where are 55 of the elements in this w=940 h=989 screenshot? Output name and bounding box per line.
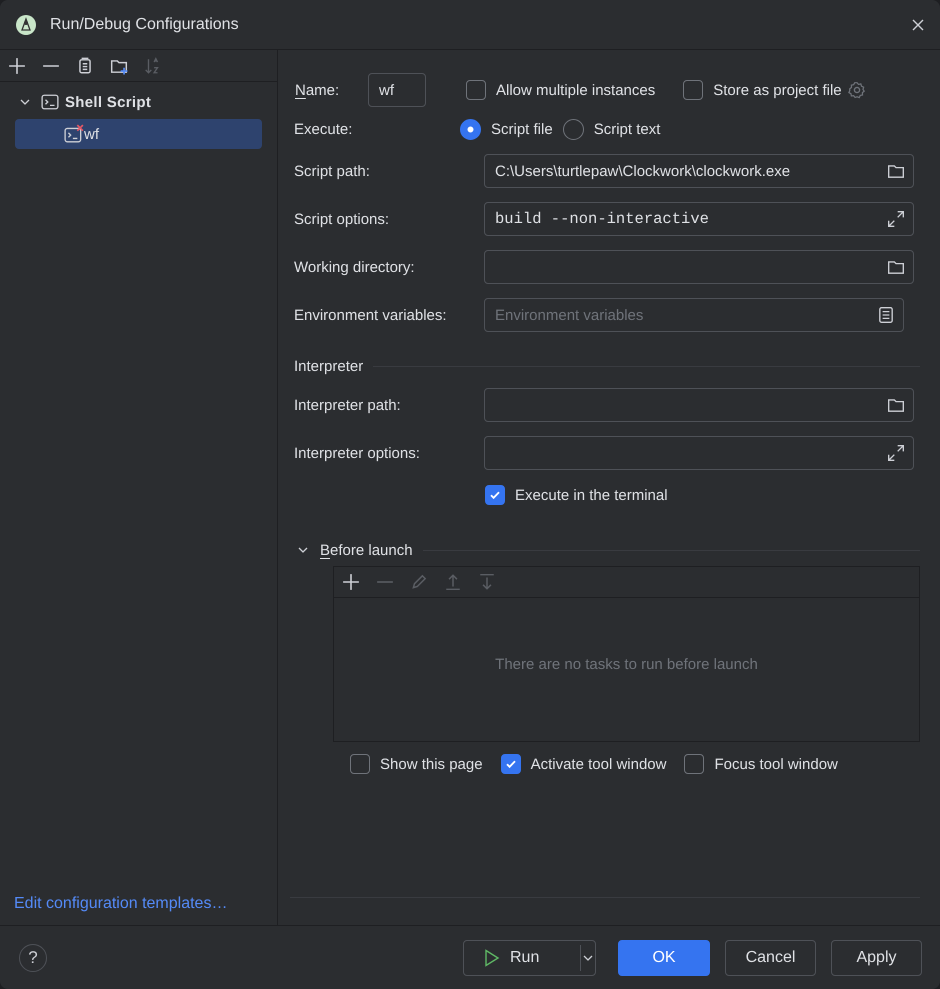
input-field[interactable]: Environment variables xyxy=(484,298,904,332)
radio-button[interactable] xyxy=(562,118,584,140)
field-label: Script options: xyxy=(294,210,390,228)
empty-message: There are no tasks to run before launch xyxy=(495,656,758,673)
checkbox-label: Focus tool window xyxy=(714,756,838,772)
cancel-button[interactable]: Cancel xyxy=(725,940,816,976)
checkbox-label: Store as project file xyxy=(713,82,842,98)
checkbox[interactable] xyxy=(683,80,704,100)
checkbox[interactable] xyxy=(485,485,505,505)
run-button[interactable]: Run xyxy=(464,948,560,966)
field-label: Interpreter path: xyxy=(294,396,402,414)
checkbox[interactable] xyxy=(684,754,704,774)
add-icon[interactable] xyxy=(8,56,26,74)
section-title: Interpreter xyxy=(294,358,364,374)
checkbox-label: Show this page xyxy=(380,756,483,772)
add-icon[interactable] xyxy=(342,573,360,591)
name-field[interactable]: wf xyxy=(368,73,426,107)
close-icon[interactable] xyxy=(912,18,924,30)
field-label: Working directory: xyxy=(294,258,416,276)
field-label: Script path: xyxy=(294,162,371,180)
field-label: Environment variables: xyxy=(294,306,448,324)
section-title[interactable]: Before launch xyxy=(320,542,413,558)
document-icon[interactable] xyxy=(877,306,895,324)
radio-label: Script file xyxy=(491,120,553,138)
terminal-icon xyxy=(41,93,59,111)
input-field[interactable]: C:\Users\turtlepaw\Clockwork\clockwork.exe xyxy=(484,154,914,188)
checkbox[interactable] xyxy=(500,754,521,774)
copy-icon[interactable] xyxy=(76,56,94,74)
tree-item[interactable]: Shell Script xyxy=(15,87,262,117)
help-button[interactable]: ? xyxy=(19,944,47,972)
field-label: Execute: xyxy=(294,120,354,138)
checkbox[interactable] xyxy=(350,754,370,774)
field-label: Interpreter options: xyxy=(294,444,421,462)
radio-button[interactable] xyxy=(460,118,481,140)
input-field[interactable]: build --non-interactive xyxy=(484,202,914,236)
expand-icon[interactable] xyxy=(887,210,905,228)
window-title: Run/Debug Configurations xyxy=(50,16,240,34)
app-icon xyxy=(16,14,36,34)
checkbox-label: Execute in the terminal xyxy=(515,486,668,504)
expand-icon[interactable] xyxy=(887,444,905,462)
ok-button[interactable]: OK xyxy=(618,940,710,976)
tree-item[interactable]: wf xyxy=(15,119,262,149)
field-label: Name: xyxy=(294,82,340,98)
apply-button[interactable]: Apply xyxy=(831,940,922,976)
input-field[interactable] xyxy=(484,250,914,284)
split-button[interactable]: Run xyxy=(463,940,596,976)
templates-link[interactable]: Edit configuration templates… xyxy=(14,895,277,913)
checkbox-label: Activate tool window xyxy=(530,756,666,772)
checkbox[interactable] xyxy=(466,80,486,100)
radio-label: Script text xyxy=(594,120,660,138)
checkbox-label: Allow multiple instances xyxy=(496,82,656,98)
gear-icon[interactable] xyxy=(848,81,866,99)
play-icon xyxy=(484,948,500,966)
input-field[interactable] xyxy=(484,436,914,470)
input-field[interactable] xyxy=(484,388,914,422)
